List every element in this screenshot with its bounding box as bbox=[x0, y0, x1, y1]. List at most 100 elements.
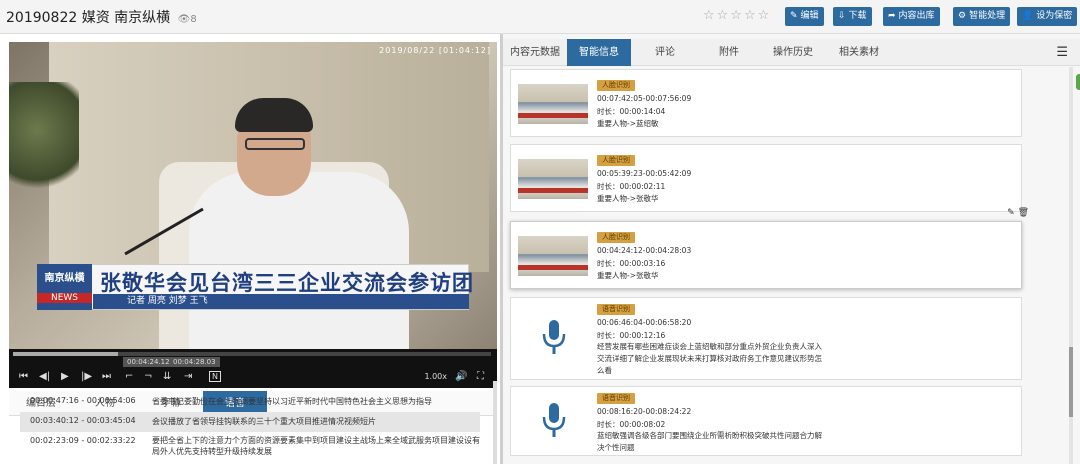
news-caption: 南京纵横 NEWS 张敬华会见台湾三三企业交流会参访团 记者 周亮 刘梦 王飞 bbox=[37, 264, 473, 310]
video-plant bbox=[9, 82, 79, 202]
voice-list: 00:00:47:16 - 00:00:54:06 省委书记娄勤俭在会上强调要坚… bbox=[20, 392, 480, 458]
play-icon[interactable]: ▶ bbox=[61, 370, 69, 384]
end-time: 00:04:28.03 bbox=[169, 357, 220, 367]
tab-history[interactable]: 操作历史 bbox=[761, 39, 825, 66]
card-tools[interactable]: ✎ 🗑 bbox=[1007, 208, 1029, 218]
edit-button[interactable]: ✎ 编辑 bbox=[785, 7, 824, 26]
side-handle[interactable] bbox=[1076, 74, 1080, 90]
n-button[interactable]: N bbox=[209, 371, 221, 382]
top-bar: 20190822 媒资 南京纵横 👁8 ☆☆☆☆☆ ✎ 编辑 ⇩ 下载 ➦ 内容出库 … bbox=[0, 0, 1080, 34]
face-tag: 人脸识别 bbox=[597, 80, 635, 91]
list-item[interactable]: 00:02:23:09 - 00:02:33:22 要把全省上下的注意力个方面的… bbox=[20, 432, 480, 458]
asset-title: 20190822 媒资 南京纵横 bbox=[6, 10, 171, 26]
list-menu-icon[interactable]: ☰ bbox=[1056, 45, 1068, 60]
left-pane: 2019/08/22 [01:04:12] 南京纵横 NEWS 张敬华会见台湾三… bbox=[0, 34, 500, 464]
mic-svg bbox=[542, 320, 566, 354]
scrollbar-thumb[interactable] bbox=[1069, 347, 1073, 417]
right-pane: 内容元数据 智能信息 评论 附件 操作历史 相关素材 ☰ 人脸识别 00:07:… bbox=[503, 34, 1080, 464]
set-confidential-button[interactable]: 👤 设为保密 bbox=[1017, 7, 1078, 26]
skip-end-icon[interactable]: ⏭ bbox=[102, 370, 111, 384]
tab-metadata[interactable]: 内容元数据 bbox=[503, 39, 567, 66]
video-person-hair bbox=[235, 98, 313, 132]
clip-icon[interactable]: ⇊ bbox=[163, 370, 171, 384]
page-title: 20190822 媒资 南京纵横 👁8 bbox=[6, 7, 197, 27]
video-person-body bbox=[189, 172, 409, 349]
microphone-icon bbox=[526, 318, 582, 358]
voice-card[interactable]: 语音识别 00:08:16:20-00:08:24:22 时长：00:00:08… bbox=[510, 386, 1022, 456]
right-tab-bar: 内容元数据 智能信息 评论 附件 操作历史 相关素材 ☰ bbox=[503, 39, 1080, 66]
face-tag: 人脸识别 bbox=[597, 232, 635, 243]
video-player[interactable]: 2019/08/22 [01:04:12] 南京纵横 NEWS 张敬华会见台湾三… bbox=[9, 42, 497, 349]
edit-delete-icons[interactable]: ✎ 🗑 bbox=[1007, 208, 1029, 218]
duration: 时长：00:00:03:16 bbox=[597, 259, 666, 268]
voice-time: 00:00:47:16 - 00:00:54:06 bbox=[30, 396, 136, 405]
thumbnail[interactable] bbox=[518, 236, 588, 276]
voice-tag: 语音识别 bbox=[597, 304, 635, 315]
voice-text: 会议播放了省领导挂钩联系的三十个重大项目推进情况视频短片 bbox=[152, 417, 376, 426]
detail: 重要人物->蓝绍敏 bbox=[597, 119, 659, 128]
step-back-icon[interactable]: ◀| bbox=[39, 370, 50, 384]
step-forward-icon[interactable]: |▶ bbox=[81, 370, 92, 384]
fullscreen-icon[interactable]: ⛶ bbox=[477, 370, 484, 384]
right-scrollbar[interactable] bbox=[1069, 67, 1073, 464]
export-button[interactable]: ➦ 内容出库 bbox=[883, 7, 940, 26]
download-icon: ⇩ bbox=[838, 11, 846, 21]
duration: 时长：00:00:02:11 bbox=[597, 182, 666, 191]
channel-logo: 南京纵横 NEWS bbox=[37, 264, 92, 310]
rating-stars[interactable]: ☆☆☆☆☆ bbox=[703, 8, 771, 23]
voice-time: 00:03:40:12 - 00:03:45:04 bbox=[30, 416, 136, 425]
time-range: 00:06:46:04-00:06:58:20 bbox=[597, 318, 692, 327]
download-button[interactable]: ⇩ 下载 bbox=[833, 7, 872, 26]
tab-smart-info[interactable]: 智能信息 bbox=[567, 39, 631, 66]
left-scrollbar[interactable] bbox=[493, 381, 497, 464]
duration: 时长：00:00:14:04 bbox=[597, 107, 666, 116]
detail: 经营发展有哪些困难症谈会上蓝绍敏和部分重点外贸企业负责人深入交流详细了解企业发展… bbox=[597, 342, 822, 375]
voice-time: 00:02:23:09 - 00:02:33:22 bbox=[30, 436, 136, 445]
voice-card[interactable]: 语音识别 00:06:46:04-00:06:58:20 时长：00:00:12… bbox=[510, 297, 1022, 380]
time-range: 00:07:42:05-00:07:56:09 bbox=[597, 94, 692, 103]
skip-start-icon[interactable]: ⏮ bbox=[19, 370, 28, 384]
player-controls: 00:04:24.12 00:04:28.03 ⏮ ◀| ▶ |▶ ⏭ ⌐ ¬ … bbox=[9, 349, 497, 388]
detail: 重要人物->张敬华 bbox=[597, 194, 659, 203]
detail: 重要人物->张敬华 bbox=[597, 271, 659, 280]
mark-out-icon[interactable]: ¬ bbox=[144, 370, 152, 384]
time-range: 00:08:16:20-00:08:24:22 bbox=[597, 407, 692, 416]
time-range: 00:05:39:23-00:05:42:09 bbox=[597, 169, 692, 178]
face-tag: 人脸识别 bbox=[597, 155, 635, 166]
view-count: 👁8 bbox=[177, 14, 197, 25]
export-clip-icon[interactable]: ⇥ bbox=[184, 370, 192, 384]
tab-attachments[interactable]: 附件 bbox=[697, 39, 761, 66]
speed-label[interactable]: 1.00x bbox=[424, 370, 447, 384]
video-person-glasses bbox=[245, 138, 305, 150]
thumbnail[interactable] bbox=[518, 159, 588, 199]
voice-text: 省委书记娄勤俭在会上强调要坚持以习近平新时代中国特色社会主义思想为指导 bbox=[152, 397, 432, 406]
thumbnail[interactable] bbox=[518, 84, 588, 124]
tab-related[interactable]: 相关素材 bbox=[827, 39, 891, 66]
tab-comments[interactable]: 评论 bbox=[633, 39, 697, 66]
volume-icon[interactable]: 🔊 bbox=[455, 370, 467, 384]
caption-byline: 记者 周亮 刘梦 王飞 bbox=[93, 294, 469, 309]
voice-tag: 语音识别 bbox=[597, 393, 635, 404]
duration: 时长：00:00:08:02 bbox=[597, 420, 666, 429]
thumbnail-band bbox=[518, 113, 588, 118]
face-card[interactable]: 人脸识别 00:07:42:05-00:07:56:09 时长：00:00:14… bbox=[510, 69, 1022, 137]
detail: 蓝绍敏强调各级各部门要围绕企业所需析盼积极突破共性问题合力解决个性问题 bbox=[597, 431, 822, 452]
time-range: 00:04:24:12-00:04:28:03 bbox=[597, 246, 692, 255]
list-item[interactable]: 00:03:40:12 - 00:03:45:04 会议播放了省领导挂钩联系的三… bbox=[20, 412, 480, 432]
pencil-icon: ✎ bbox=[790, 11, 798, 21]
progress-fill bbox=[13, 352, 119, 356]
duration: 时长：00:00:12:16 bbox=[597, 331, 666, 340]
eye-icon: 👁 bbox=[177, 14, 191, 25]
face-card[interactable]: 人脸识别 00:05:39:23-00:05:42:09 时长：00:00:02… bbox=[510, 144, 1022, 212]
user-icon: 👤 bbox=[1022, 11, 1034, 21]
thumbnail-band bbox=[518, 188, 588, 193]
voice-text: 要把全省上下的注意力个方面的资源要素集中到项目建设主战场上来全域武服务项目建设设… bbox=[152, 436, 480, 456]
mic-svg bbox=[542, 403, 566, 437]
list-item[interactable]: 00:00:47:16 - 00:00:54:06 省委书记娄勤俭在会上强调要坚… bbox=[20, 392, 480, 412]
thumbnail-band bbox=[518, 265, 588, 270]
mark-in-icon[interactable]: ⌐ bbox=[125, 370, 133, 384]
face-card-selected[interactable]: ✎ 🗑 人脸识别 00:04:24:12-00:04:28:03 时长：00:0… bbox=[510, 208, 1029, 289]
progress-bar[interactable] bbox=[13, 352, 491, 356]
smart-process-button[interactable]: ⚙ 智能处理 bbox=[953, 7, 1011, 26]
microphone-icon bbox=[526, 401, 582, 441]
